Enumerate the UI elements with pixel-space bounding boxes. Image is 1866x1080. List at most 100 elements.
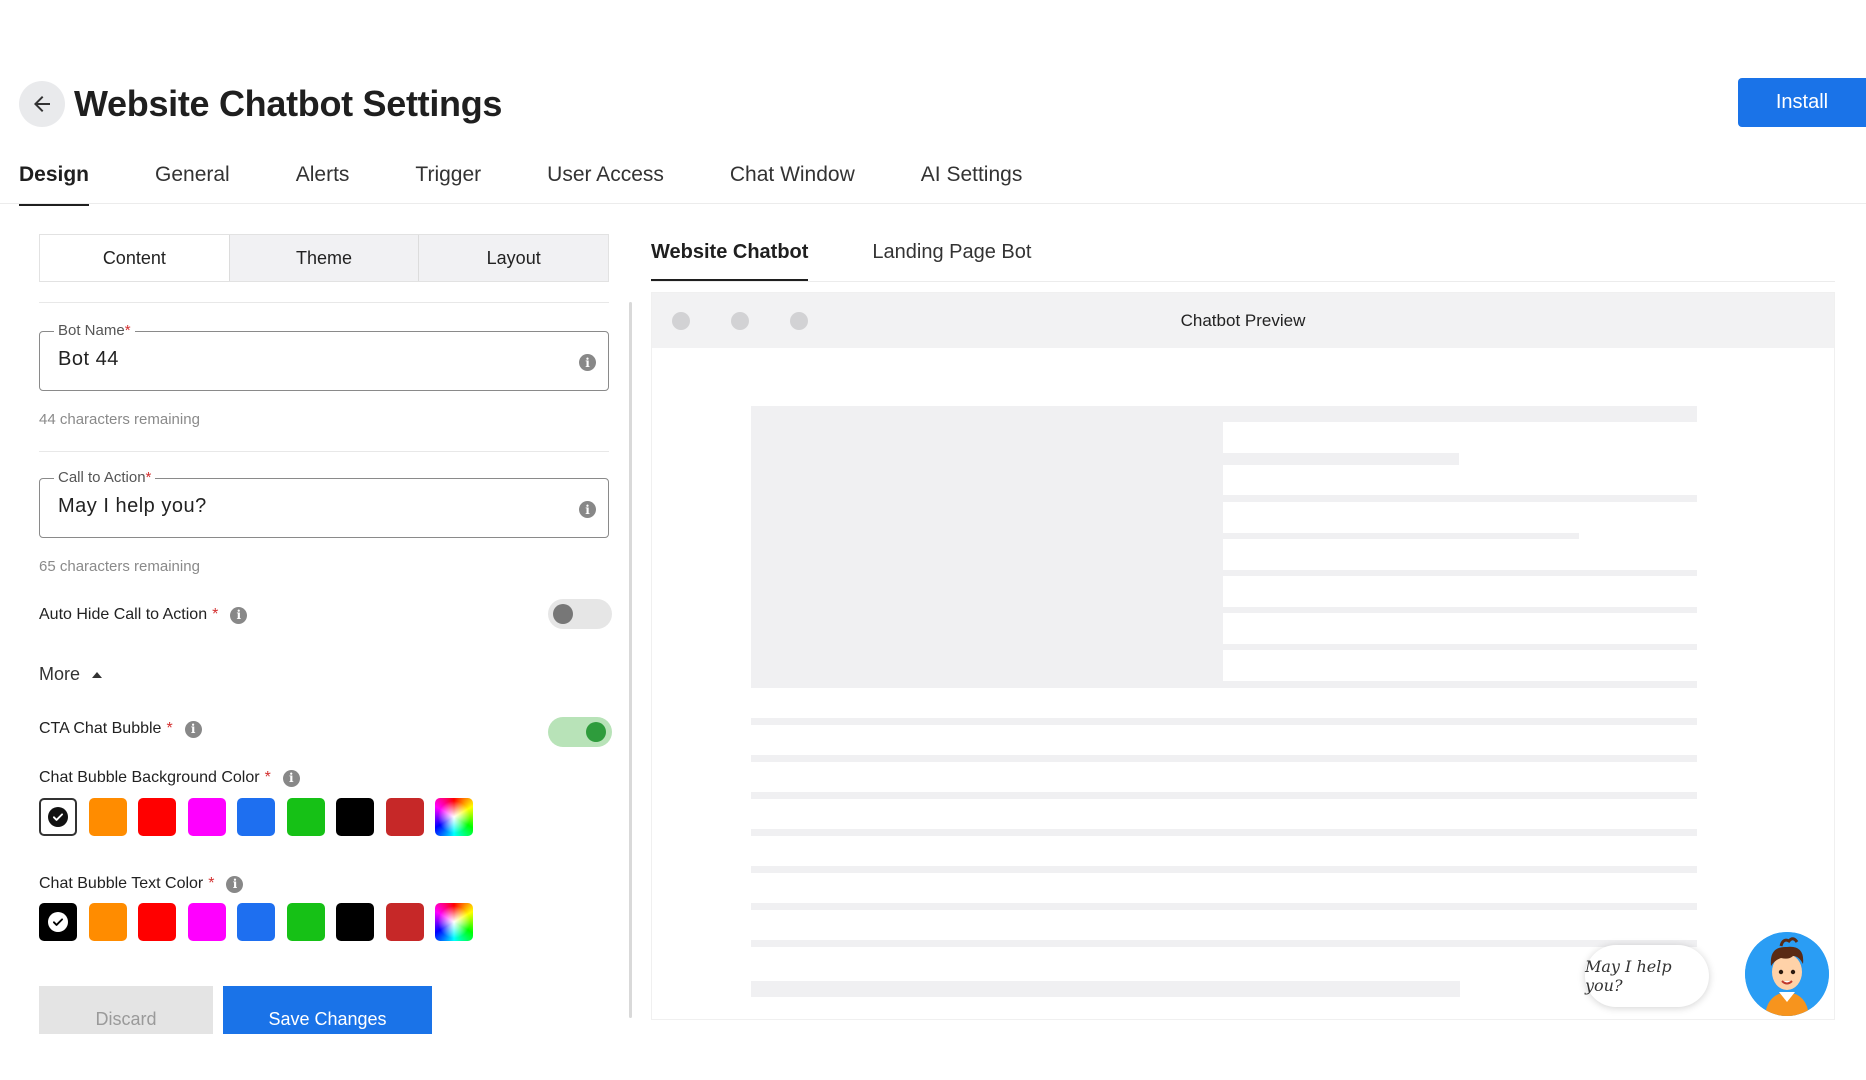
divider (39, 451, 609, 452)
subtab-theme[interactable]: Theme (228, 235, 419, 281)
bubble-bg-color-label-text: Chat Bubble Background Color (39, 769, 260, 786)
divider (39, 302, 609, 303)
required-mark: * (124, 322, 131, 339)
skeleton-line (751, 718, 1697, 725)
color-swatch-black[interactable] (336, 798, 374, 836)
tab-website-chatbot[interactable]: Website Chatbot (651, 232, 809, 282)
auto-hide-label-text: Auto Hide Call to Action (39, 606, 208, 623)
preview-window-bar: Chatbot Preview (652, 293, 1834, 348)
info-icon[interactable]: i (184, 720, 202, 738)
bot-name-hint: 44 characters remaining (39, 411, 200, 428)
arrow-left-icon (34, 96, 50, 112)
color-swatch-red[interactable] (138, 798, 176, 836)
color-swatch-dark-red[interactable] (385, 798, 424, 836)
auto-hide-label: Auto Hide Call to Action * i (39, 606, 248, 624)
info-icon[interactable]: i (282, 769, 300, 787)
info-icon[interactable]: i (230, 606, 248, 624)
color-swatch-orange[interactable] (88, 798, 127, 836)
bot-avatar-icon (1745, 932, 1829, 1016)
color-swatch-orange[interactable] (88, 903, 127, 941)
info-icon[interactable]: i (226, 875, 244, 893)
tab-chat-window[interactable]: Chat Window (730, 158, 855, 206)
tab-general[interactable]: General (155, 158, 230, 206)
subtab-layout[interactable]: Layout (418, 235, 609, 281)
bubble-text-color-label-text: Chat Bubble Text Color (39, 875, 204, 892)
bubble-bg-color-label: Chat Bubble Background Color * i (39, 769, 300, 787)
color-swatch-dark-red[interactable] (385, 903, 424, 941)
page-title: Website Chatbot Settings (74, 83, 503, 124)
bot-name-field[interactable]: Bot Name* i (39, 321, 609, 391)
cta-chat-bubble[interactable]: May I help you? (1585, 945, 1709, 1007)
tab-user-access[interactable]: User Access (547, 158, 664, 206)
required-mark: * (145, 469, 152, 486)
required-mark: * (166, 720, 173, 737)
rainbow-overlay (435, 798, 473, 836)
color-swatch-red[interactable] (138, 903, 176, 941)
call-to-action-field[interactable]: Call to Action* i (39, 468, 609, 538)
skeleton-line (1223, 570, 1697, 576)
tab-landing-page-bot[interactable]: Landing Page Bot (872, 232, 1031, 282)
subtab-content[interactable]: Content (40, 235, 229, 281)
color-swatch-green[interactable] (286, 798, 325, 836)
skeleton-image (751, 406, 1223, 688)
color-swatch-black-selected[interactable] (39, 903, 77, 941)
cta-bubble-label: CTA Chat Bubble * i (39, 720, 202, 738)
skeleton-line (751, 940, 1697, 947)
check-icon (48, 912, 68, 932)
skeleton-line (1223, 681, 1697, 688)
cta-bubble-label-text: CTA Chat Bubble (39, 720, 162, 737)
bot-name-input[interactable] (58, 348, 538, 371)
discard-button[interactable]: Discard (39, 986, 213, 1034)
skeleton-line (1223, 533, 1579, 539)
preview-tabs: Website Chatbot Landing Page Bot (651, 232, 1095, 282)
auto-hide-toggle[interactable] (548, 599, 612, 629)
preview-title: Chatbot Preview (1180, 311, 1306, 330)
tab-alerts[interactable]: Alerts (296, 158, 350, 206)
install-button[interactable]: Install (1738, 78, 1866, 127)
bubble-bg-color-swatches (39, 798, 485, 836)
color-swatch-blue[interactable] (237, 798, 275, 836)
color-swatch-magenta[interactable] (187, 903, 226, 941)
color-swatch-blue[interactable] (237, 903, 275, 941)
skeleton-line (751, 829, 1697, 836)
bot-name-label: Bot Name* (54, 321, 135, 341)
color-swatch-green[interactable] (286, 903, 325, 941)
bubble-text-color-label: Chat Bubble Text Color * i (39, 875, 244, 893)
call-to-action-input[interactable] (58, 495, 538, 518)
required-mark: * (264, 769, 271, 786)
bot-name-label-text: Bot Name (58, 322, 125, 339)
skeleton-line (751, 981, 1460, 997)
custom-color-picker[interactable] (435, 903, 473, 941)
color-swatch-magenta[interactable] (187, 798, 226, 836)
required-mark: * (208, 875, 215, 892)
call-to-action-hint: 65 characters remaining (39, 558, 200, 575)
more-label: More (39, 664, 81, 684)
skeleton-line (1223, 495, 1697, 502)
settings-panel: Content Theme Layout Bot Name* i 44 char… (0, 204, 632, 1034)
toggle-knob (553, 604, 573, 624)
main-tabs: Design General Alerts Trigger User Acces… (19, 158, 1088, 206)
rainbow-overlay (435, 903, 473, 941)
custom-color-picker[interactable] (435, 798, 473, 836)
info-icon[interactable]: i (579, 501, 596, 518)
back-button[interactable] (19, 81, 65, 127)
tab-ai-settings[interactable]: AI Settings (921, 158, 1023, 206)
color-swatch-white[interactable] (39, 798, 77, 836)
more-toggle[interactable]: More (39, 664, 103, 685)
cta-bubble-toggle[interactable] (548, 717, 612, 747)
save-changes-button[interactable]: Save Changes (223, 986, 432, 1034)
color-swatch-black[interactable] (336, 903, 374, 941)
check-icon (48, 807, 68, 827)
tab-design[interactable]: Design (19, 158, 90, 206)
tab-trigger[interactable]: Trigger (415, 158, 481, 206)
chatbot-settings-page: Website Chatbot Settings Install Design … (0, 0, 1866, 1080)
caret-up-icon (92, 671, 103, 678)
skeleton-line (751, 755, 1697, 762)
chatbot-avatar[interactable] (1745, 932, 1829, 1016)
info-icon[interactable]: i (579, 354, 596, 371)
skeleton-line (1223, 644, 1697, 650)
chatbot-preview: Chatbot Preview (651, 292, 1835, 1020)
skeleton-line (751, 792, 1697, 799)
required-mark: * (212, 606, 219, 623)
skeleton-line (1223, 607, 1697, 613)
